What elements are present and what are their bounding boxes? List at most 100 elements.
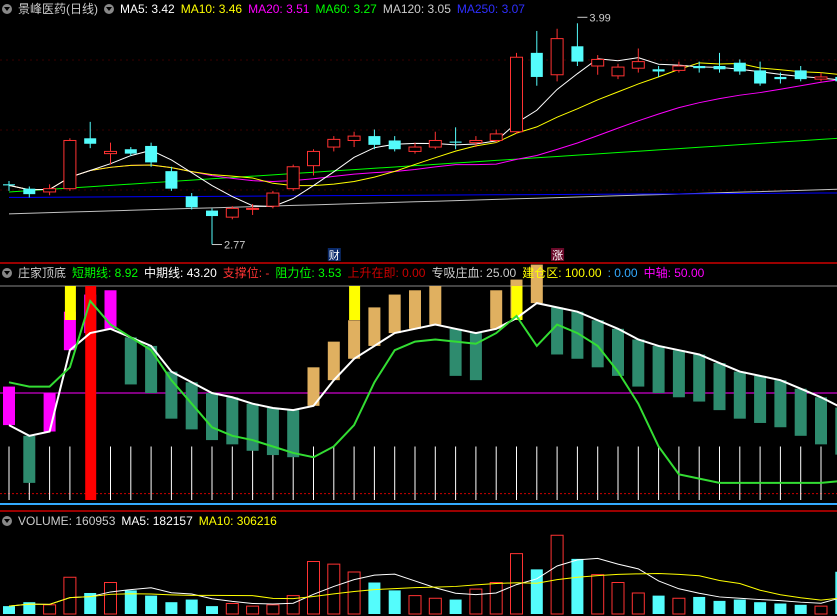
volume-bar: [794, 604, 807, 614]
signal-box: [349, 286, 361, 320]
volume-bar: [408, 595, 422, 615]
candle-body: [733, 62, 746, 72]
mid-bar: [124, 337, 137, 385]
candle-body: [693, 66, 706, 69]
mid-bar: [469, 333, 482, 381]
volume-bar: [266, 604, 280, 615]
mid-bar: [287, 410, 300, 458]
candle-body: [510, 56, 523, 133]
ma250-label: MA250: 3.07: [456, 2, 525, 16]
volume-bar: [225, 603, 239, 615]
event-marker-cai: 财: [329, 248, 340, 262]
volume-bar: [652, 595, 665, 614]
volume-bar: [672, 597, 686, 615]
mid-line-label: 中期线: 43.20: [144, 266, 217, 280]
ma10-line: [8, 62, 837, 191]
candle-body: [611, 66, 625, 77]
mid-bar: [409, 290, 421, 329]
price-chart[interactable]: 3.99 2.77 财 涨: [0, 0, 837, 262]
ma120-label: MA120: 3.05: [382, 2, 451, 16]
indicator-chart[interactable]: [0, 264, 837, 510]
mid-bar: [429, 286, 442, 325]
vol-ma5-label: MA5: 182157: [121, 514, 193, 528]
candle-body: [591, 58, 605, 67]
resist-label: 阻力位: 3.53: [275, 266, 342, 280]
volume-bar: [469, 588, 483, 615]
volume-bar: [428, 597, 442, 615]
indicator-panel[interactable]: 庄家顶底 短期线: 8.92 中期线: 43.20 支撑位: - 阻力位: 3.53 上升…: [0, 264, 837, 510]
candle-body: [286, 166, 300, 190]
price-header: 景峰医药(日线) MA5: 3.42 MA10: 3.46 MA20: 3.51 MA6…: [2, 2, 531, 16]
volume-bar: [104, 582, 117, 615]
candle-body: [225, 207, 239, 218]
candle-body: [713, 66, 726, 70]
volume-bar: [449, 599, 462, 614]
volume-bar: [3, 606, 15, 614]
mid-bar: [23, 435, 36, 483]
candle-body: [489, 133, 503, 141]
volume-bar: [63, 576, 77, 615]
volume-bar: [591, 574, 605, 615]
volume-header: VOLUME: 160953 MA5: 182157 MA10: 306216: [2, 514, 283, 528]
mid-bar: [794, 388, 807, 436]
candle-body: [388, 140, 401, 150]
candle-body: [23, 188, 36, 195]
candle-body: [63, 139, 77, 190]
collapse-icon[interactable]: [2, 268, 12, 278]
mid-bar: [3, 386, 15, 426]
candle-body: [246, 207, 260, 210]
candle-body: [307, 150, 320, 167]
volume-bar: [206, 606, 218, 614]
mid-bar: [612, 328, 624, 376]
ma120-line: [8, 188, 837, 215]
volume-bar: [774, 603, 787, 614]
candle-body: [652, 69, 665, 72]
short-line: [8, 298, 837, 484]
volume-label: VOLUME: 160953: [18, 514, 116, 528]
settings-icon[interactable]: [104, 4, 114, 14]
price-panel[interactable]: 景峰医药(日线) MA5: 3.42 MA10: 3.46 MA20: 3.51 MA6…: [0, 0, 837, 262]
volume-bar: [246, 605, 260, 615]
ma20-label: MA20: 3.51: [248, 2, 310, 16]
event-marker-zhang: 涨: [552, 249, 563, 262]
candle-body: [145, 145, 158, 163]
candle-body: [672, 65, 686, 71]
ma10-label: MA10: 3.46: [180, 2, 243, 16]
collapse-icon[interactable]: [2, 4, 12, 14]
signal-box: [64, 286, 76, 320]
candle-body: [206, 210, 218, 217]
volume-bar: [550, 534, 564, 615]
mid-bar: [368, 307, 381, 346]
candle-body: [3, 184, 15, 186]
candle-body: [469, 139, 483, 144]
volume-bar: [693, 596, 706, 614]
ma250-line: [8, 192, 837, 198]
candle-body: [185, 196, 198, 208]
low-label: 2.77: [224, 240, 245, 252]
volume-bar: [185, 599, 198, 614]
mid-bar: [388, 294, 401, 334]
vol-ma10-label: MA10: 306216: [198, 514, 277, 528]
mid-bar: [551, 307, 564, 355]
candle-body: [368, 136, 381, 145]
candle-body: [428, 139, 442, 148]
mid-bar: [185, 382, 198, 430]
volume-bar: [571, 558, 584, 614]
strong-signal-bar: [85, 286, 97, 500]
candle-body: [571, 46, 584, 62]
mid-bar: [246, 403, 259, 451]
mid-bar: [490, 290, 503, 329]
volume-panel[interactable]: VOLUME: 160953 MA5: 182157 MA10: 306216: [0, 512, 837, 616]
candle-body: [43, 188, 57, 193]
mid-bar: [774, 380, 787, 428]
candle-body: [631, 61, 645, 69]
high-label: 3.99: [589, 12, 610, 24]
volume-bar: [43, 604, 57, 615]
volume-bar: [368, 582, 381, 614]
mid-bar: [348, 320, 361, 359]
support-label: 支撑位: -: [222, 266, 270, 280]
ma60-label: MA60: 3.27: [315, 2, 377, 16]
volume-bar: [611, 582, 625, 615]
ma20-line: [8, 79, 837, 191]
collapse-icon[interactable]: [2, 516, 12, 526]
